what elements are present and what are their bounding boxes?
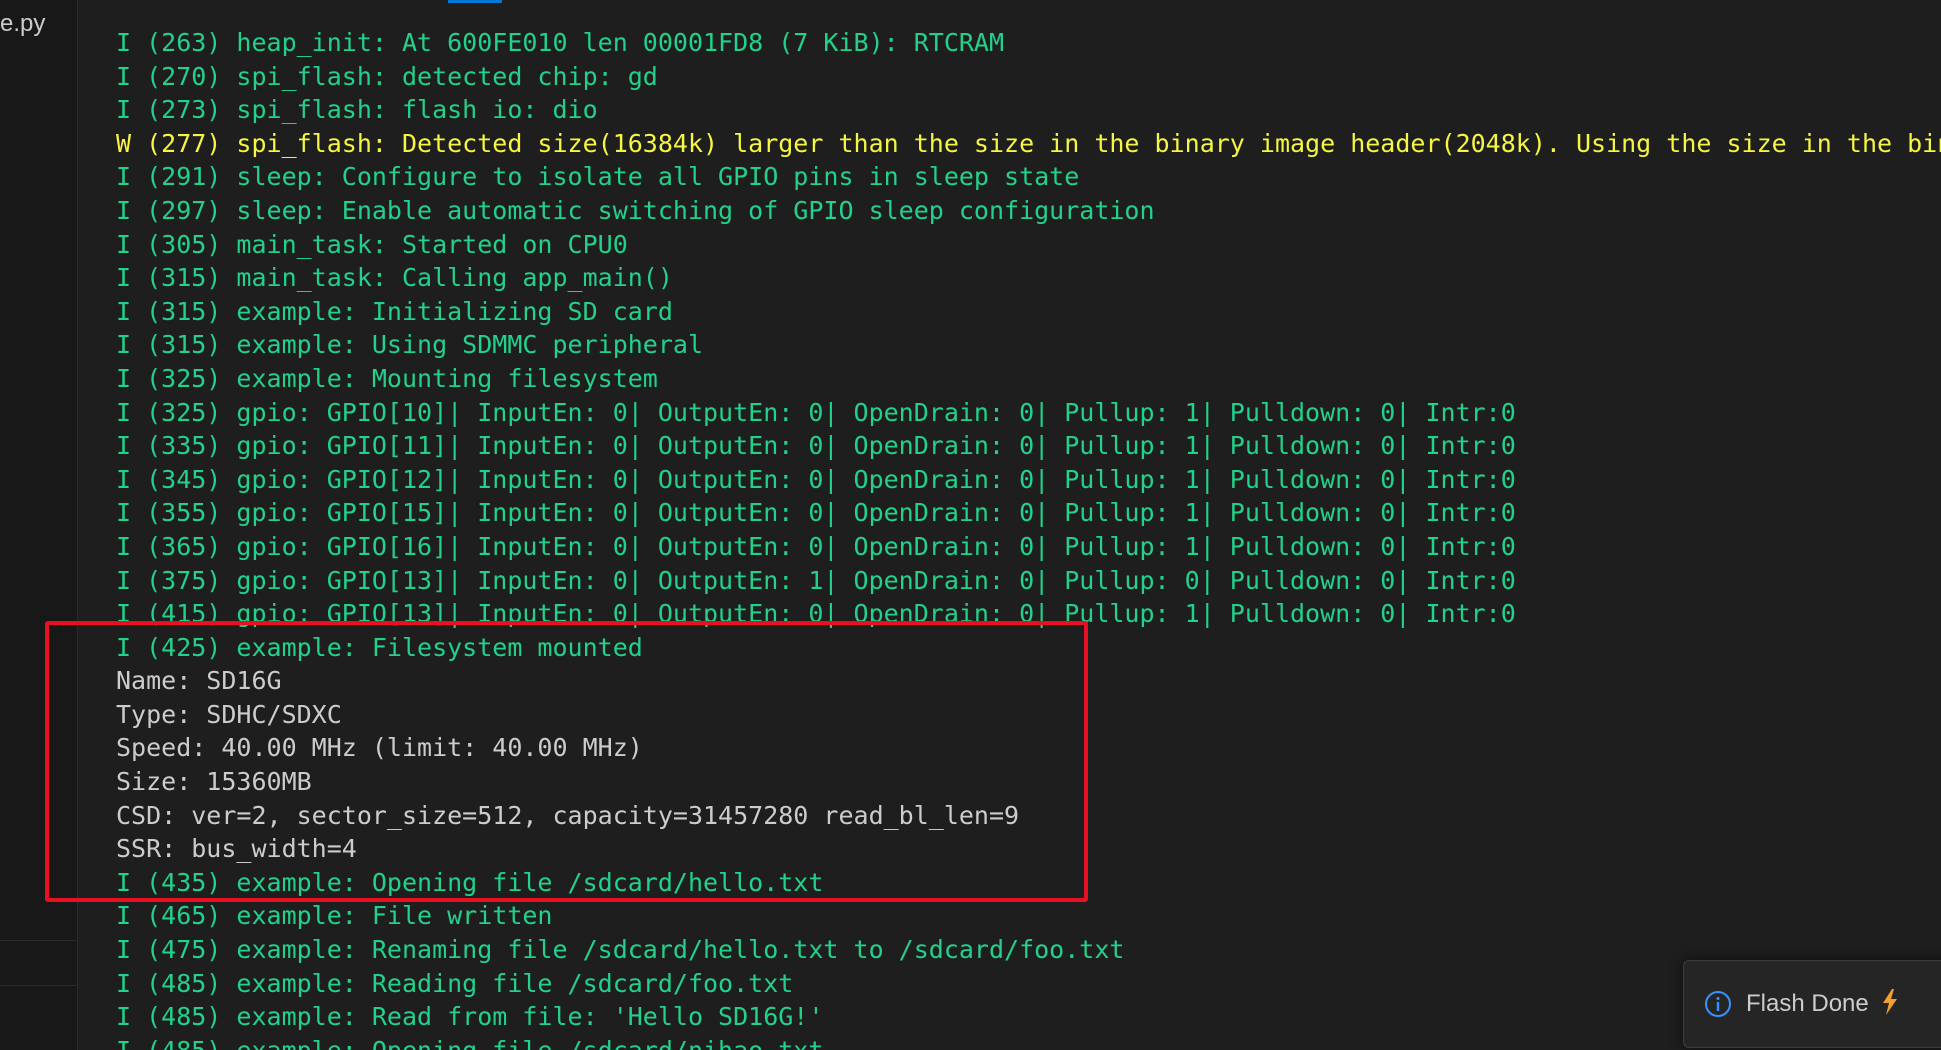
log-line: I (315) example: Using SDMMC peripheral xyxy=(116,330,703,360)
log-line: I (425) example: Filesystem mounted xyxy=(116,632,643,662)
log-line: I (415) gpio: GPIO[13]| InputEn: 0| Outp… xyxy=(116,599,1516,629)
sidebar-divider xyxy=(0,940,77,941)
sidebar-file-item[interactable]: e.py xyxy=(0,10,45,38)
log-line: I (305) main_task: Started on CPU0 xyxy=(116,229,628,259)
log-line: Name: SD16G xyxy=(116,666,282,696)
notification-label: Flash Done xyxy=(1746,990,1869,1017)
log-line: I (375) gpio: GPIO[13]| InputEn: 0| Outp… xyxy=(116,565,1516,595)
log-line: CSD: ver=2, sector_size=512, capacity=31… xyxy=(116,800,1020,830)
log-line: W (277) spi_flash: Detected size(16384k)… xyxy=(116,128,1941,158)
lightning-icon xyxy=(1881,988,1899,1020)
log-line: I (273) spi_flash: flash io: dio xyxy=(116,95,598,125)
log-line: Type: SDHC/SDXC xyxy=(116,699,342,729)
log-line: I (345) gpio: GPIO[12]| InputEn: 0| Outp… xyxy=(116,464,1516,494)
log-line: I (263) heap_init: At 600FE010 len 00001… xyxy=(116,28,1005,57)
log-line: I (485) example: Read from file: 'Hello … xyxy=(116,1002,824,1032)
log-line: I (315) main_task: Calling app_main() xyxy=(116,263,673,293)
log-line: SSR: bus_width=4 xyxy=(116,834,357,864)
flash-done-notification[interactable]: Flash Done xyxy=(1683,960,1941,1048)
log-line: Size: 15360MB xyxy=(116,767,312,797)
log-line: I (335) gpio: GPIO[11]| InputEn: 0| Outp… xyxy=(116,431,1516,461)
log-line: I (325) example: Mounting filesystem xyxy=(116,363,658,393)
log-line: I (485) example: Opening file /sdcard/ni… xyxy=(116,1034,1941,1050)
active-tab-indicator xyxy=(448,0,502,3)
sidebar-divider xyxy=(0,985,77,986)
explorer-sidebar: e.py xyxy=(0,0,78,1050)
log-line: I (475) example: Renaming file /sdcard/h… xyxy=(116,935,1125,965)
terminal-output[interactable]: I (263) heap_init: At 600FE010 len 00001… xyxy=(116,26,1941,1050)
log-line: I (355) gpio: GPIO[15]| InputEn: 0| Outp… xyxy=(116,498,1516,528)
log-line: I (297) sleep: Enable automatic switchin… xyxy=(116,195,1155,225)
log-line: I (270) spi_flash: detected chip: gd xyxy=(116,61,658,91)
log-line: Speed: 40.00 MHz (limit: 40.00 MHz) xyxy=(116,733,643,763)
log-line: I (485) example: Reading file /sdcard/fo… xyxy=(116,968,794,998)
log-line: I (325) gpio: GPIO[10]| InputEn: 0| Outp… xyxy=(116,397,1516,427)
log-line: I (365) gpio: GPIO[16]| InputEn: 0| Outp… xyxy=(116,531,1516,561)
log-line: I (435) example: Opening file /sdcard/he… xyxy=(116,867,824,897)
log-line: I (315) example: Initializing SD card xyxy=(116,296,673,326)
log-line: I (291) sleep: Configure to isolate all … xyxy=(116,162,1080,192)
info-icon xyxy=(1704,990,1732,1018)
log-line: I (465) example: File written xyxy=(116,901,553,931)
